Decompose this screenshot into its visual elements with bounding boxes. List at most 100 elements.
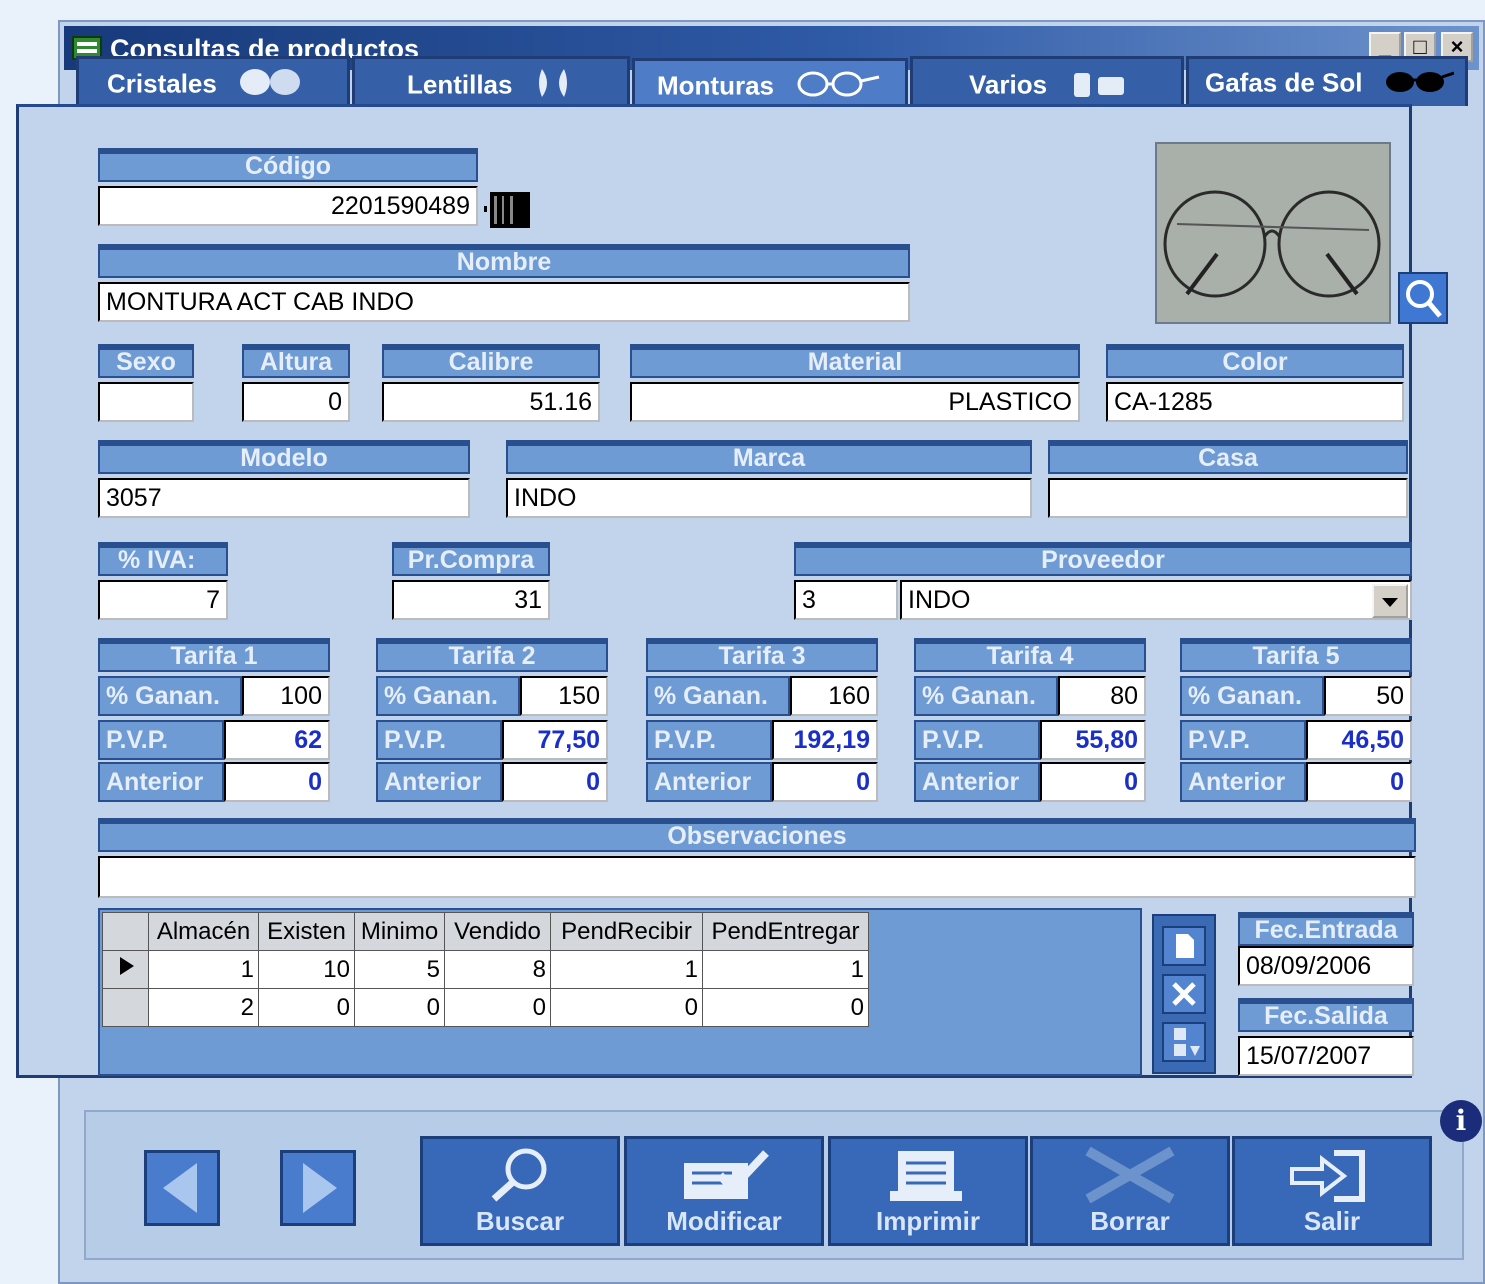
iva-label: % IVA:	[98, 542, 228, 576]
tarifa-3-title: Tarifa 3	[646, 638, 878, 672]
tarifa-1-ganan-field[interactable]: 100	[242, 676, 330, 716]
fec-salida-field[interactable]: 15/07/2007	[1238, 1036, 1414, 1076]
fec-entrada-field[interactable]: 08/09/2006	[1238, 946, 1414, 986]
tarifa-1-pvp-field[interactable]: 62	[224, 720, 330, 760]
table-row[interactable]: 1 10 5 8 1 1	[102, 950, 869, 989]
tab-monturas[interactable]: Monturas	[632, 58, 908, 108]
cell[interactable]: 0	[354, 988, 445, 1027]
tarifa-1-anterior-label: Anterior	[98, 762, 224, 802]
borrar-button[interactable]: Borrar	[1030, 1136, 1230, 1246]
material-field[interactable]: PLASTICO	[630, 382, 1080, 422]
col-existen[interactable]: Existen	[258, 912, 355, 951]
cell[interactable]: 5	[354, 950, 445, 989]
altura-field[interactable]: 0	[242, 382, 350, 422]
fec-salida-label: Fec.Salida	[1238, 998, 1414, 1032]
nombre-field[interactable]: MONTURA ACT CAB INDO	[98, 282, 910, 322]
varios-icon	[1068, 67, 1128, 106]
col-almacen[interactable]: Almacén	[148, 912, 259, 951]
salir-button[interactable]: Salir	[1232, 1136, 1432, 1246]
casa-field[interactable]	[1048, 478, 1408, 518]
tarifa-1-anterior-field[interactable]: 0	[224, 762, 330, 802]
col-pendrecibir[interactable]: PendRecibir	[550, 912, 703, 951]
tarifa-4-title: Tarifa 4	[914, 638, 1146, 672]
new-doc-icon[interactable]	[1162, 926, 1206, 966]
prcompra-field[interactable]: 31	[392, 580, 550, 620]
tarifa-5-anterior-field[interactable]: 0	[1306, 762, 1412, 802]
proveedor-selected-value: INDO	[908, 586, 971, 614]
altura-label: Altura	[242, 344, 350, 378]
cristales-icon	[238, 67, 304, 104]
delete-icon	[1085, 1146, 1175, 1204]
tarifa-2-anterior-field[interactable]: 0	[502, 762, 608, 802]
tab-label: Cristales	[107, 68, 217, 99]
col-vendido[interactable]: Vendido	[444, 912, 551, 951]
tarifa-5-pvp-field[interactable]: 46,50	[1306, 720, 1412, 760]
codigo-field[interactable]: 2201590489	[98, 186, 478, 226]
sort-az-icon[interactable]	[1162, 1022, 1206, 1062]
tarifa-3-anterior-field[interactable]: 0	[772, 762, 878, 802]
cell[interactable]: 0	[550, 988, 703, 1027]
tarifa-1-pvp-label: P.V.P.	[98, 720, 224, 760]
proveedor-code-field[interactable]: 3	[794, 580, 898, 620]
tarifa-2-ganan-field[interactable]: 150	[520, 676, 608, 716]
tab-lentillas[interactable]: Lentillas	[352, 56, 630, 106]
col-pendentregar[interactable]: PendEntregar	[702, 912, 869, 951]
tab-cristales[interactable]: Cristales	[76, 56, 350, 106]
prcompra-label: Pr.Compra	[392, 542, 550, 576]
cell[interactable]: 0	[444, 988, 551, 1027]
imprimir-button[interactable]: Imprimir	[828, 1136, 1028, 1246]
tarifa-4-ganan-field[interactable]: 80	[1058, 676, 1146, 716]
next-arrow-icon	[303, 1163, 337, 1213]
tarifa-2-pvp-field[interactable]: 77,50	[502, 720, 608, 760]
table-row[interactable]: 2 0 0 0 0 0	[102, 988, 869, 1027]
tarifa-5-ganan-label: % Ganan.	[1180, 676, 1324, 716]
tab-label: Monturas	[657, 70, 774, 101]
barcode-icon[interactable]	[484, 192, 532, 228]
cell[interactable]: 2	[148, 988, 259, 1027]
observaciones-field[interactable]	[98, 856, 1416, 898]
cell[interactable]: 0	[702, 988, 869, 1027]
stock-grid[interactable]: Almacén Existen Minimo Vendido PendRecib…	[98, 908, 1142, 1076]
calibre-field[interactable]: 51.16	[382, 382, 600, 422]
cell[interactable]: 1	[550, 950, 703, 989]
marca-field[interactable]: INDO	[506, 478, 1032, 518]
sexo-field[interactable]	[98, 382, 194, 422]
color-field[interactable]: CA-1285	[1106, 382, 1404, 422]
cell[interactable]: 8	[444, 950, 551, 989]
cell[interactable]: 1	[702, 950, 869, 989]
tarifa-3-anterior-label: Anterior	[646, 762, 772, 802]
photo-zoom-button[interactable]	[1398, 272, 1448, 324]
tarifa-3-ganan-label: % Ganan.	[646, 676, 790, 716]
magnifier-icon	[1406, 280, 1442, 318]
cell[interactable]: 1	[148, 950, 259, 989]
delete-x-icon[interactable]	[1162, 974, 1206, 1014]
tarifa-4-anterior-field[interactable]: 0	[1040, 762, 1146, 802]
info-icon[interactable]: i	[1440, 1100, 1482, 1142]
tarifa-3-ganan-field[interactable]: 160	[790, 676, 878, 716]
tab-gafas-sol[interactable]: Gafas de Sol	[1186, 56, 1468, 106]
tarifa-4-pvp-label: P.V.P.	[914, 720, 1040, 760]
tab-label: Lentillas	[407, 69, 513, 100]
buscar-button[interactable]: Buscar	[420, 1136, 620, 1246]
tarifa-5-ganan-field[interactable]: 50	[1324, 676, 1412, 716]
next-record-button[interactable]	[280, 1150, 356, 1226]
modelo-field[interactable]: 3057	[98, 478, 470, 518]
dropdown-arrow-icon[interactable]	[1372, 584, 1408, 618]
material-label: Material	[630, 344, 1080, 378]
tarifa-3-pvp-field[interactable]: 192,19	[772, 720, 878, 760]
prev-record-button[interactable]	[144, 1150, 220, 1226]
casa-label: Casa	[1048, 440, 1408, 474]
codigo-label: Código	[98, 148, 478, 182]
modificar-label: Modificar	[666, 1206, 782, 1236]
search-icon	[491, 1148, 547, 1202]
tab-varios[interactable]: Varios	[910, 56, 1184, 106]
borrar-label: Borrar	[1090, 1206, 1170, 1236]
tarifa-4-pvp-field[interactable]: 55,80	[1040, 720, 1146, 760]
col-minimo[interactable]: Minimo	[354, 912, 445, 951]
iva-field[interactable]: 7	[98, 580, 228, 620]
modificar-button[interactable]: Modificar	[624, 1136, 824, 1246]
proveedor-select[interactable]: INDO	[900, 580, 1412, 620]
cell[interactable]: 0	[258, 988, 355, 1027]
cell[interactable]: 10	[258, 950, 355, 989]
modelo-label: Modelo	[98, 440, 470, 474]
